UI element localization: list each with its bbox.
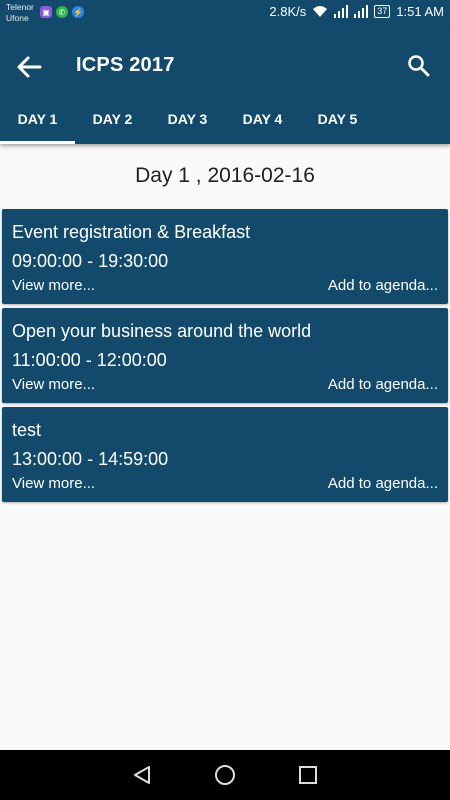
event-title: test — [12, 420, 42, 440]
page-title: ICPS 2017 — [76, 54, 175, 76]
signal-icon — [334, 5, 349, 18]
signal-icon — [354, 5, 369, 18]
event-time: 13:00:00 - 14:59:00 — [12, 449, 169, 469]
tab-day-3[interactable]: DAY 3 — [150, 98, 225, 144]
add-to-agenda-link[interactable]: Add to agenda... — [328, 475, 438, 492]
day-heading: Day 1 , 2016-02-16 — [135, 164, 315, 187]
back-triangle-icon[interactable] — [130, 763, 154, 787]
view-more-link[interactable]: View more... — [12, 277, 95, 294]
whatsapp-icon: ✆ — [56, 6, 68, 18]
event-time: 09:00:00 - 19:30:00 — [12, 251, 169, 271]
event-time: 11:00:00 - 12:00:00 — [12, 350, 167, 370]
carrier-names: Telenor Ufone — [6, 2, 34, 24]
notification-icons: ▣ ✆ ⚡ — [40, 6, 84, 18]
event-title: Open your business around the world — [12, 321, 312, 341]
carrier-1: Telenor — [6, 2, 34, 12]
system-nav-bar — [0, 750, 450, 800]
event-card[interactable]: test 13:00:00 - 14:59:00 View more... Ad… — [2, 407, 448, 502]
event-card[interactable]: Event registration & Breakfast 09:00:00 … — [2, 209, 448, 304]
battery-icon: 37 — [374, 5, 391, 18]
messenger-icon: ⚡ — [72, 6, 84, 18]
view-more-link[interactable]: View more... — [12, 376, 95, 393]
event-title: Event registration & Breakfast — [12, 222, 251, 242]
day-tabs: DAY 1 DAY 2 DAY 3 DAY 4 DAY 5 — [0, 98, 450, 144]
home-circle-icon[interactable] — [213, 763, 237, 787]
add-to-agenda-link[interactable]: Add to agenda... — [328, 277, 438, 294]
net-speed: 2.8K/s — [269, 4, 307, 19]
recents-square-icon[interactable] — [296, 763, 320, 787]
gallery-app-icon: ▣ — [40, 6, 52, 18]
tab-day-4[interactable]: DAY 4 — [225, 98, 300, 144]
tab-day-2[interactable]: DAY 2 — [75, 98, 150, 144]
app-bar: ICPS 2017 DAY 1 DAY 2 DAY 3 DAY 4 DAY 5 — [0, 26, 450, 144]
event-card[interactable]: Open your business around the world 11:0… — [2, 308, 448, 403]
status-right: 2.8K/s 37 1:51 AM — [269, 4, 444, 19]
clock: 1:51 AM — [396, 4, 444, 19]
arrow-left-icon[interactable] — [14, 52, 44, 82]
carrier-2: Ufone — [6, 13, 29, 23]
wifi-icon — [313, 6, 328, 17]
tab-day-5[interactable]: DAY 5 — [300, 98, 375, 144]
status-bar: Telenor Ufone ▣ ✆ ⚡ 2.8K/s 37 1:51 AM — [0, 0, 450, 26]
view-more-link[interactable]: View more... — [12, 475, 95, 492]
add-to-agenda-link[interactable]: Add to agenda... — [328, 376, 438, 393]
search-icon[interactable] — [406, 53, 432, 79]
tab-day-1[interactable]: DAY 1 — [0, 98, 75, 144]
